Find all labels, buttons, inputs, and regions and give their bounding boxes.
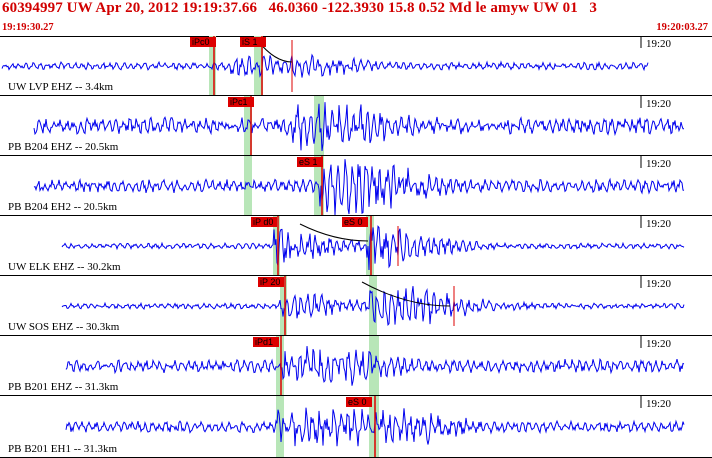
station-label: PB B204 EHZ -- 20.5km [8,141,119,153]
pick-label: iPc0 [192,37,210,47]
pick-label: eS 0 [344,217,363,227]
time-label: 19:20 [646,338,672,350]
time-label: 19:20 [646,398,672,410]
pick-label: iP 20 [260,277,280,287]
time-label: 19:20 [646,38,672,50]
pick-label: eS 0 [348,397,367,407]
time-label: 19:20 [646,278,672,290]
pick-label: iS 1 [242,37,258,47]
station-label: UW ELK EHZ -- 30.2km [8,261,121,273]
waveform [1,53,649,78]
pick-label: eS 1 [299,157,318,167]
pick-label: iPd1 [255,337,273,347]
station-label: PB B201 EH1 -- 31.3km [8,443,118,455]
station-label: PB B204 EH2 -- 20.5km [8,201,118,213]
pick-label: iP d0 [253,217,273,227]
seismogram-panel[interactable]: iPc0 iS 1 iPc1 eS 1 iP d0 eS 0 iP 20 iPd1 eS 0 [0,36,712,458]
time-label: 19:20 [646,158,672,170]
station-label: UW LVP EHZ -- 3.4km [8,81,114,93]
header-bar: 60394997 UW Apr 20, 2012 19:19:37.66 46.… [0,0,712,36]
pick-label: iPc1 [230,97,248,107]
time-label: 19:20 [646,98,672,110]
event-title: 60394997 UW Apr 20, 2012 19:19:37.66 46.… [2,0,597,16]
station-label: UW SOS EHZ -- 30.3km [8,321,120,333]
station-label: PB B201 EHZ -- 31.3km [8,381,119,393]
waveform [33,159,685,216]
time-label: 19:20 [646,218,672,230]
end-time-label: 19:20:03.27 [656,22,708,33]
start-time-label: 19:19:30.27 [2,22,54,33]
waveform [33,102,684,151]
